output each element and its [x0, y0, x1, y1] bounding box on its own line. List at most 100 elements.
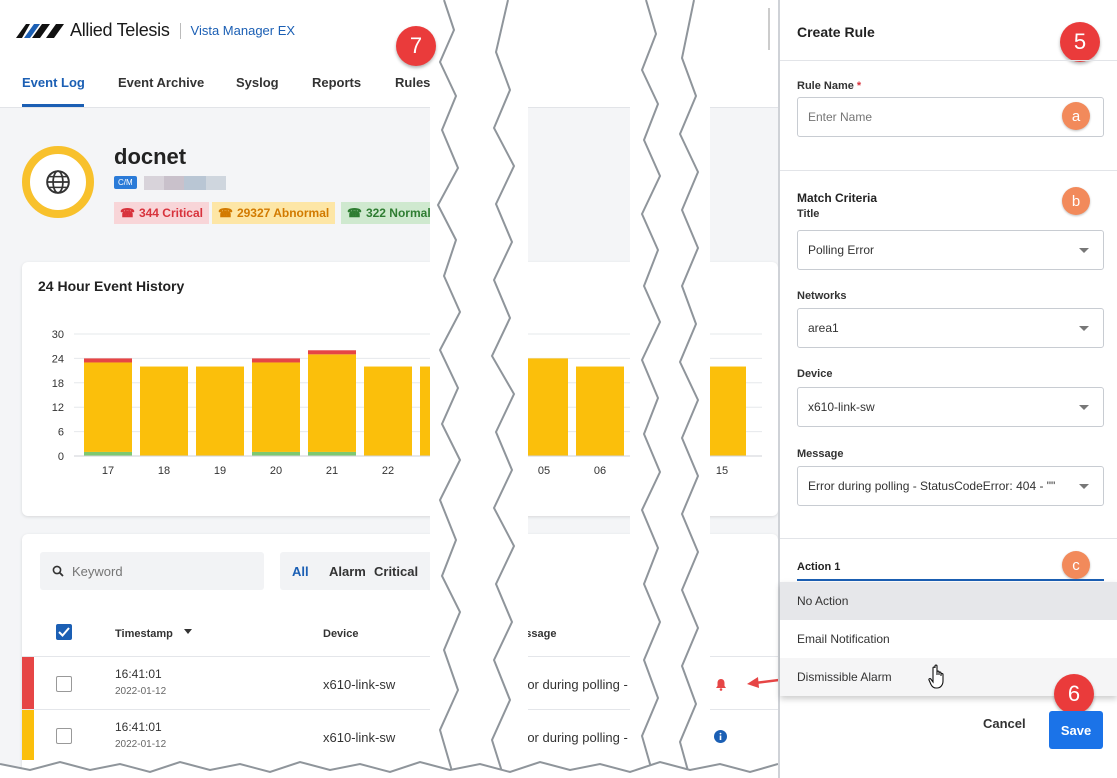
tab-event-archive[interactable]: Event Archive	[118, 75, 204, 90]
cancel-button[interactable]: Cancel	[983, 716, 1026, 731]
redacted-block	[144, 176, 164, 190]
y-tick-label: 0	[58, 451, 64, 463]
message-select[interactable]: Error during polling - StatusCodeError: …	[797, 466, 1104, 506]
row-device: x610-link-sw	[323, 677, 396, 692]
redacted-block	[184, 176, 206, 190]
globe-icon	[46, 170, 70, 194]
alarm-bell-icon: ☎	[120, 206, 135, 220]
x-tick-label: 21	[326, 465, 338, 477]
y-tick-label: 30	[52, 329, 64, 341]
row-checkbox[interactable]	[56, 728, 72, 744]
logo: Allied Telesis Vista Manager EX	[16, 20, 295, 41]
y-tick-label: 18	[52, 378, 64, 390]
panel-divider	[780, 60, 1117, 61]
menu-item-no-action[interactable]: No Action	[780, 582, 1117, 620]
search-icon	[52, 565, 64, 577]
device-select-value: x610-link-sw	[808, 400, 875, 414]
annotation-7: 7	[396, 26, 436, 66]
required-marker: *	[856, 80, 862, 92]
search-box[interactable]	[40, 552, 264, 590]
filter-all[interactable]: All	[292, 564, 309, 579]
network-name: docnet	[114, 144, 187, 169]
sort-desc-icon[interactable]	[184, 629, 192, 634]
normal-count-chip[interactable]: ☎ 322 Normal	[341, 202, 437, 224]
networks-select-value: area1	[808, 321, 839, 335]
chart-bar-normal	[84, 451, 132, 456]
redacted-block	[164, 176, 184, 190]
filter-alarm[interactable]: Alarm	[329, 564, 366, 579]
alarm-bell-icon[interactable]	[715, 678, 727, 691]
x-tick-label: 06	[594, 465, 606, 477]
title-select[interactable]: Polling Error	[797, 230, 1104, 270]
title-select-value: Polling Error	[808, 243, 875, 257]
chart-bar-critical	[308, 350, 356, 355]
annotation-a: a	[1062, 102, 1090, 130]
network-health-donut	[22, 146, 94, 218]
action-select-underline	[797, 579, 1104, 581]
severity-bar-critical	[22, 657, 34, 709]
hand-cursor-icon	[928, 664, 944, 689]
row-checkbox[interactable]	[56, 676, 72, 692]
x-tick-label: 05	[538, 465, 550, 477]
save-button[interactable]: Save	[1049, 711, 1103, 749]
menu-item-email-notification[interactable]: Email Notification	[780, 620, 1117, 658]
abnormal-count-chip[interactable]: ☎ 29327 Abnormal	[212, 202, 336, 224]
create-rule-panel: Create Rule 5 Rule Name * a Match Criter…	[778, 0, 1117, 778]
x-tick-label: 18	[158, 465, 170, 477]
info-icon[interactable]	[714, 730, 727, 743]
abnormal-count: 29327 Abnormal	[236, 206, 330, 220]
logo-divider	[179, 22, 181, 39]
action-label: Action 1	[797, 561, 841, 573]
chart-bar-abnormal	[364, 366, 412, 456]
y-tick-label: 24	[52, 353, 64, 365]
rule-name-input[interactable]	[808, 110, 1058, 124]
annotation-6: 6	[1054, 674, 1094, 714]
column-device[interactable]: Device	[323, 628, 358, 640]
torn-bottom-edge	[0, 760, 778, 778]
chart-bar-critical	[84, 358, 132, 363]
column-timestamp[interactable]: Timestamp	[115, 628, 173, 640]
panel-divider	[780, 538, 1117, 539]
dropdown-caret-icon	[1079, 248, 1089, 253]
normal-count: 322 Normal	[365, 206, 431, 220]
cm-badge: C/M	[114, 176, 137, 189]
dropdown-caret-icon	[1079, 484, 1089, 489]
chart-bar-abnormal	[252, 362, 300, 452]
x-tick-label: 17	[102, 465, 114, 477]
rule-name-label: Rule Name *	[797, 80, 861, 92]
event-log-app: Allied Telesis Vista Manager EX Event Lo…	[0, 0, 778, 778]
brand-name: Allied Telesis	[70, 20, 170, 40]
chart-bar-abnormal	[84, 362, 132, 452]
select-all-checkbox[interactable]	[56, 624, 72, 640]
panel-title: Create Rule	[797, 24, 875, 40]
redacted-block	[206, 176, 226, 190]
rule-name-field[interactable]	[797, 97, 1104, 137]
networks-label: Networks	[797, 290, 847, 302]
chart-bar-abnormal	[308, 354, 356, 452]
tab-syslog[interactable]: Syslog	[236, 75, 279, 90]
chart-bar-normal	[252, 451, 300, 456]
torn-edge	[478, 0, 528, 778]
message-label: Message	[797, 448, 844, 460]
rule-name-label-text: Rule Name	[797, 80, 854, 92]
product-name: Vista Manager EX	[190, 23, 296, 38]
alarm-bell-icon: ☎	[347, 206, 362, 220]
filter-critical[interactable]: Critical	[374, 564, 418, 579]
tab-event-log[interactable]: Event Log	[22, 75, 85, 90]
device-select[interactable]: x610-link-sw	[797, 387, 1104, 427]
chart-bar-critical	[252, 358, 300, 363]
tab-rules[interactable]: Rules	[395, 75, 430, 90]
torn-edge	[670, 0, 710, 778]
annotation-b: b	[1062, 187, 1090, 215]
x-tick-label: 22	[382, 465, 394, 477]
critical-count-chip[interactable]: ☎ 344 Critical	[114, 202, 209, 224]
search-input[interactable]	[72, 563, 252, 579]
tab-reports[interactable]: Reports	[312, 75, 361, 90]
x-tick-label: 19	[214, 465, 226, 477]
alarm-bell-icon: ☎	[218, 206, 233, 220]
check-icon	[58, 627, 70, 637]
match-criteria-heading: Match Criteria	[797, 191, 878, 205]
chart-bar-abnormal	[196, 366, 244, 456]
networks-select[interactable]: area1	[797, 308, 1104, 348]
row-time: 16:41:01	[115, 720, 162, 734]
